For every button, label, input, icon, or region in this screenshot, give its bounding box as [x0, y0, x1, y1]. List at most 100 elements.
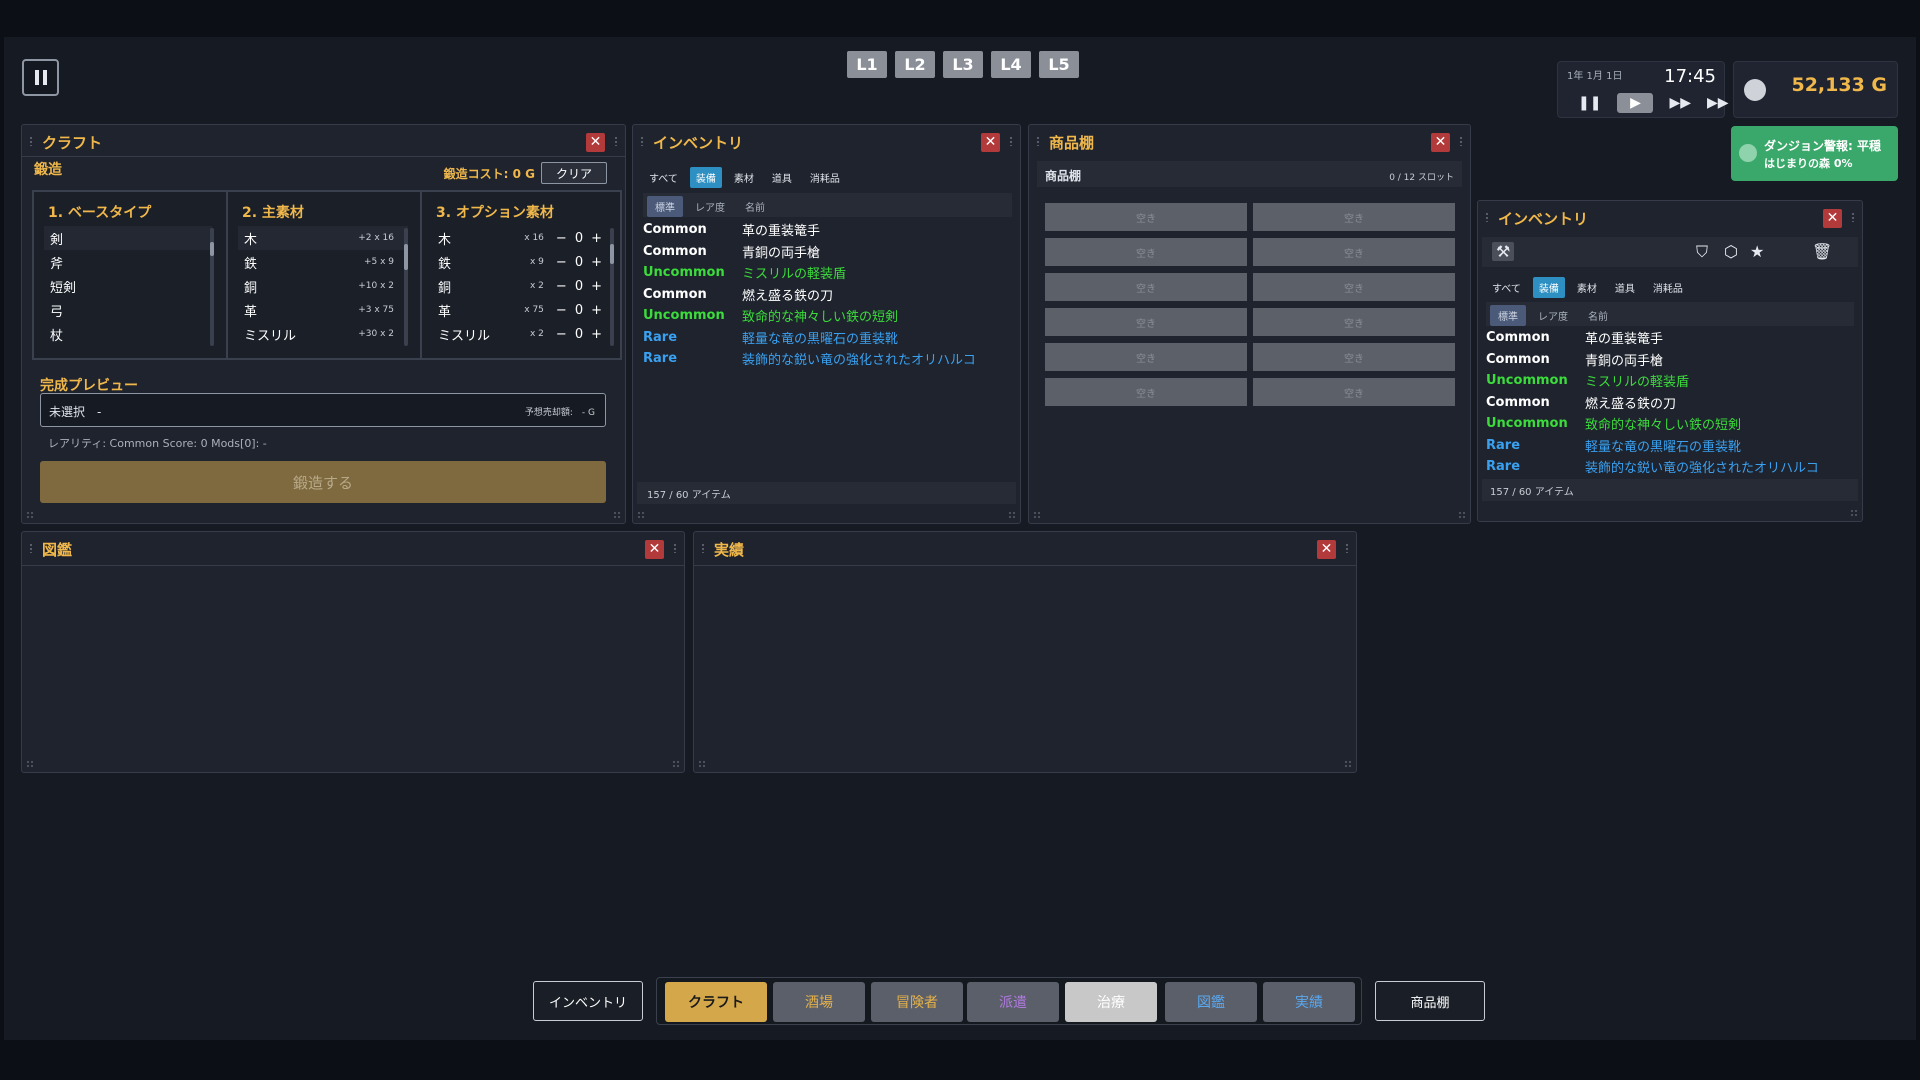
close-icon[interactable]: ✕	[1431, 133, 1450, 152]
list-item[interactable]: Rare 装飾的な鋭い竜の強化されたオリハルコ	[643, 348, 1019, 370]
clear-button[interactable]: クリア	[541, 162, 607, 184]
tab-4[interactable]: 消耗品	[804, 167, 846, 188]
layout-button-l3[interactable]: L3	[943, 51, 983, 78]
trash-icon[interactable]: 🗑	[1812, 242, 1832, 261]
shop-slot[interactable]: 空き	[1253, 378, 1455, 406]
minus-button[interactable]: −	[556, 327, 567, 342]
tab-2[interactable]: 素材	[728, 167, 760, 188]
dismantle-icon[interactable]: ⬡	[1724, 242, 1738, 261]
quantity-stepper[interactable]: x 9 −0 +	[530, 255, 602, 270]
quantity-stepper[interactable]: x 2 −0 +	[530, 279, 602, 294]
scrollbar[interactable]	[404, 228, 408, 346]
plus-button[interactable]: +	[591, 255, 602, 270]
star-icon[interactable]: ★	[1750, 242, 1764, 261]
tab-0[interactable]: すべて	[1486, 277, 1527, 298]
sell-icon[interactable]: ⛉	[1696, 242, 1708, 262]
main-material-item[interactable]: ミスリル +30 x 2	[238, 322, 408, 346]
shop-slot[interactable]: 空き	[1045, 203, 1247, 231]
sort-tab-1[interactable]: レア度	[687, 196, 733, 217]
sort-tab-0[interactable]: 標準	[1490, 305, 1526, 326]
quantity-stepper[interactable]: x 75 −0 +	[524, 303, 602, 318]
shop-slot[interactable]: 空き	[1045, 378, 1247, 406]
list-item[interactable]: Common 青銅の両手槍	[1486, 349, 1856, 371]
plus-button[interactable]: +	[591, 279, 602, 294]
dungeon-alert[interactable]: ダンジョン警報: 平穏 はじまりの森 0%	[1731, 126, 1898, 181]
nav-button-6[interactable]: 実績	[1263, 982, 1355, 1022]
shop-slot[interactable]: 空き	[1045, 343, 1247, 371]
nav-button-3[interactable]: 派遣	[967, 982, 1059, 1022]
main-material-item[interactable]: 銅 +10 x 2	[238, 274, 408, 298]
close-icon[interactable]: ✕	[1823, 209, 1842, 228]
close-icon[interactable]: ✕	[1317, 540, 1336, 559]
base-type-item[interactable]: 弓	[44, 298, 212, 322]
sort-tab-1[interactable]: レア度	[1530, 305, 1576, 326]
sort-tab-2[interactable]: 名前	[737, 196, 773, 217]
nav-button-4[interactable]: 治療	[1065, 982, 1157, 1022]
play-icon[interactable]: ▶	[1617, 93, 1654, 113]
list-item[interactable]: Uncommon ミスリルの軽装盾	[643, 262, 1019, 284]
scrollbar[interactable]	[610, 228, 614, 346]
list-item[interactable]: Common 燃え盛る鉄の刀	[643, 284, 1019, 306]
shop-slot[interactable]: 空き	[1253, 343, 1455, 371]
quantity-stepper[interactable]: x 16 −0 +	[524, 231, 602, 246]
pause-icon[interactable]: ❚❚	[1578, 95, 1601, 111]
list-item[interactable]: Rare 軽量な竜の黒曜石の重装靴	[1486, 435, 1856, 457]
list-item[interactable]: Common 革の重装篭手	[643, 219, 1019, 241]
minus-button[interactable]: −	[556, 303, 567, 318]
nav-button-2[interactable]: 冒険者	[871, 982, 963, 1022]
inventory-nav-button[interactable]: インベントリ	[533, 981, 643, 1021]
tab-1[interactable]: 装備	[689, 167, 722, 188]
minus-button[interactable]: −	[556, 255, 567, 270]
shop-slot[interactable]: 空き	[1045, 308, 1247, 336]
close-icon[interactable]: ✕	[586, 133, 605, 152]
nav-button-1[interactable]: 酒場	[773, 982, 865, 1022]
shop-slot[interactable]: 空き	[1045, 273, 1247, 301]
fast-forward-icon[interactable]: ▶▶	[1669, 95, 1691, 111]
close-icon[interactable]: ✕	[645, 540, 664, 559]
shop-slot[interactable]: 空き	[1253, 238, 1455, 266]
base-type-item[interactable]: 斧	[44, 250, 212, 274]
forge-button[interactable]: 鍛造する	[40, 461, 606, 503]
close-icon[interactable]: ✕	[981, 133, 1000, 152]
plus-button[interactable]: +	[591, 327, 602, 342]
pause-button[interactable]	[22, 59, 59, 96]
nav-button-5[interactable]: 図鑑	[1165, 982, 1257, 1022]
shop-slot[interactable]: 空き	[1253, 308, 1455, 336]
list-item[interactable]: Common 青銅の両手槍	[643, 241, 1019, 263]
main-material-item[interactable]: 木 +2 x 16	[238, 226, 408, 250]
shop-slot[interactable]: 空き	[1253, 203, 1455, 231]
list-item[interactable]: Uncommon ミスリルの軽装盾	[1486, 370, 1856, 392]
tab-3[interactable]: 道具	[1609, 277, 1641, 298]
nav-button-0[interactable]: クラフト	[665, 982, 767, 1022]
scrollbar[interactable]	[210, 228, 214, 346]
plus-button[interactable]: +	[591, 231, 602, 246]
plus-button[interactable]: +	[591, 303, 602, 318]
list-item[interactable]: Uncommon 致命的な神々しい鉄の短剣	[1486, 413, 1856, 435]
list-item[interactable]: Common 燃え盛る鉄の刀	[1486, 392, 1856, 414]
layout-button-l5[interactable]: L5	[1039, 51, 1079, 78]
list-item[interactable]: Rare 装飾的な鋭い竜の強化されたオリハルコ	[1486, 456, 1856, 478]
tab-4[interactable]: 消耗品	[1647, 277, 1689, 298]
tab-0[interactable]: すべて	[643, 167, 684, 188]
main-material-item[interactable]: 鉄 +5 x 9	[238, 250, 408, 274]
base-type-item[interactable]: 剣	[44, 226, 212, 250]
base-type-item[interactable]: 杖	[44, 322, 212, 346]
list-item[interactable]: Rare 軽量な竜の黒曜石の重装靴	[643, 327, 1019, 349]
sort-tab-0[interactable]: 標準	[647, 196, 683, 217]
minus-button[interactable]: −	[556, 279, 567, 294]
list-item[interactable]: Uncommon 致命的な神々しい鉄の短剣	[643, 305, 1019, 327]
sort-tab-2[interactable]: 名前	[1580, 305, 1616, 326]
minus-button[interactable]: −	[556, 231, 567, 246]
shop-slot[interactable]: 空き	[1253, 273, 1455, 301]
layout-button-l2[interactable]: L2	[895, 51, 935, 78]
tab-3[interactable]: 道具	[766, 167, 798, 188]
shop-slot[interactable]: 空き	[1045, 238, 1247, 266]
layout-button-l1[interactable]: L1	[847, 51, 887, 78]
base-type-item[interactable]: 短剣	[44, 274, 212, 298]
shop-nav-button[interactable]: 商品棚	[1375, 981, 1485, 1021]
layout-button-l4[interactable]: L4	[991, 51, 1031, 78]
tab-2[interactable]: 素材	[1571, 277, 1603, 298]
list-item[interactable]: Common 革の重装篭手	[1486, 327, 1856, 349]
quantity-stepper[interactable]: x 2 −0 +	[530, 327, 602, 342]
hammer-icon[interactable]: ⚒	[1492, 242, 1515, 261]
